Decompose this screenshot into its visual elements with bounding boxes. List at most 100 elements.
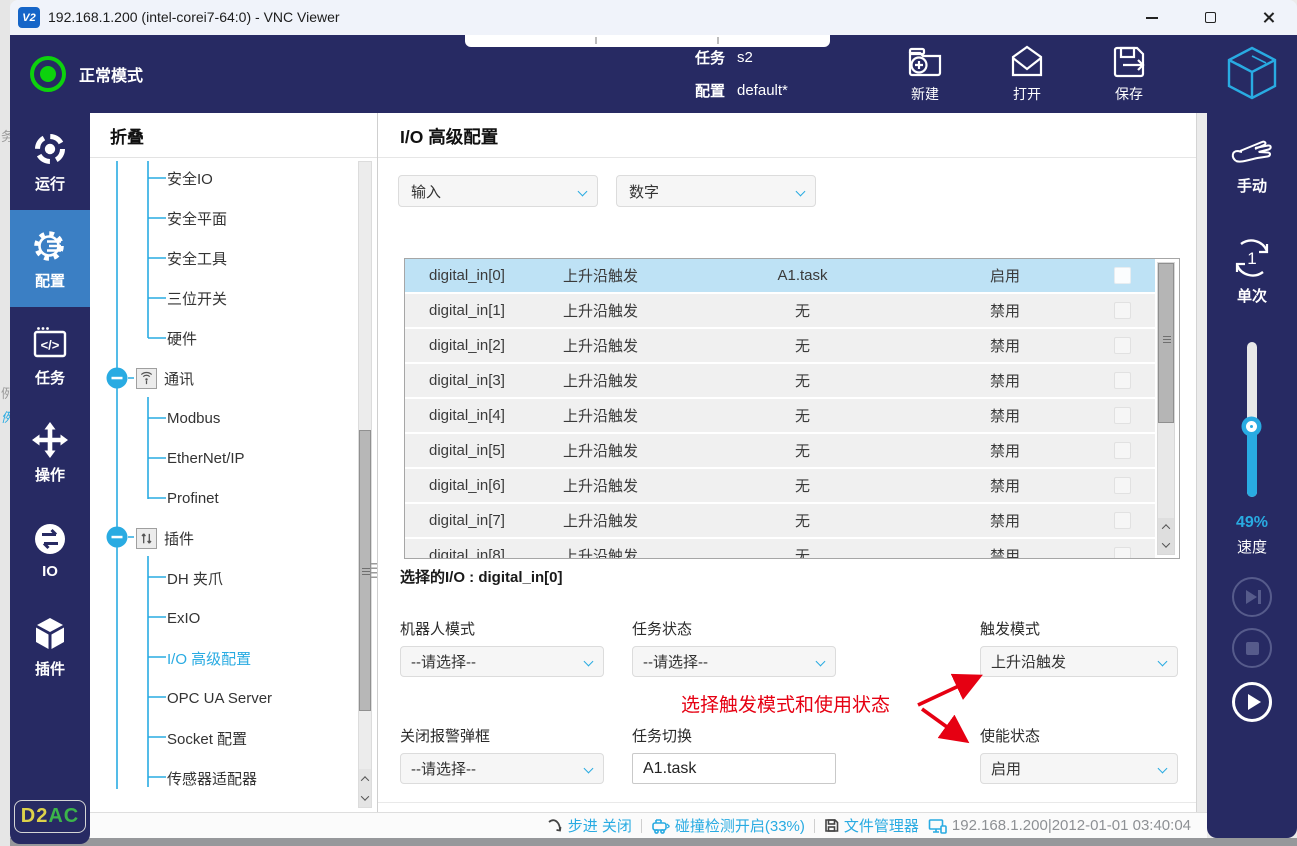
right-sidebar: 手动 1 单次 49% 速度 <box>1207 113 1297 838</box>
header-meta: 任务 s2 配置 default* <box>695 45 788 111</box>
play-button[interactable] <box>1232 682 1272 722</box>
tree-item[interactable]: 安全IO <box>167 166 213 190</box>
cell-trigger-action: A1.task <box>777 267 828 284</box>
tree-item-label: DH 夹爪 <box>167 570 223 588</box>
tree-item[interactable]: 三位开关 <box>167 286 227 310</box>
tree-item[interactable]: I/O 高级配置 <box>167 646 251 670</box>
sidebar-item-label: 配置 <box>34 272 65 290</box>
cell-user-name: digital_in[2] <box>429 337 505 354</box>
tree-item[interactable]: 硬件 <box>167 326 197 350</box>
tree-item[interactable]: Modbus <box>167 406 220 430</box>
sidebar-item-plugin[interactable]: 插件 <box>10 598 90 695</box>
sidebar-item-task[interactable]: </> 任务 <box>10 307 90 404</box>
io-table-row[interactable]: digital_in[6] 上升沿触发 无 禁用 <box>405 469 1155 502</box>
tree-item-label: 安全平面 <box>167 210 228 228</box>
io-table-row[interactable]: digital_in[0] 上升沿触发 A1.task 启用 <box>405 259 1155 292</box>
close-alarm-select[interactable]: --请选择-- <box>400 753 604 784</box>
selected-io-label: 选择的I/O : digital_in[0] <box>400 569 563 586</box>
io-state-checkbox[interactable] <box>1114 407 1131 425</box>
new-button[interactable]: 新建 <box>895 43 955 104</box>
scroll-up-button[interactable] <box>359 769 371 788</box>
cell-user-name: digital_in[7] <box>429 512 505 529</box>
cell-io-state <box>1090 372 1155 390</box>
tree-item[interactable]: ExIO <box>167 606 200 630</box>
comm-antenna-icon <box>136 367 157 389</box>
sidebar-item-label: 任务 <box>34 369 65 387</box>
io-direction-select[interactable]: 输入 <box>398 175 598 207</box>
task-state-select[interactable]: --请选择-- <box>632 646 836 677</box>
tree-item[interactable]: 传感器适配器 <box>167 766 257 790</box>
io-state-checkbox[interactable] <box>1114 337 1131 355</box>
tree-item[interactable]: Profinet <box>167 486 219 510</box>
save-button[interactable]: 保存 <box>1099 43 1159 104</box>
tree-scrollbar-thumb[interactable] <box>359 430 371 711</box>
task-switch-input[interactable]: A1.task <box>632 753 836 784</box>
io-type-value: 数字 <box>629 183 660 201</box>
cell-io-state <box>1090 547 1155 558</box>
io-table-row[interactable]: digital_in[7] 上升沿触发 无 禁用 <box>405 504 1155 537</box>
io-state-checkbox[interactable] <box>1114 267 1131 285</box>
tree-item[interactable]: OPC UA Server <box>167 686 272 710</box>
io-state-checkbox[interactable] <box>1114 512 1131 530</box>
tree-scrollbar[interactable] <box>358 161 372 808</box>
toolbar-tab-tick <box>717 37 719 44</box>
minimize-button[interactable] <box>1123 0 1181 35</box>
single-run-button[interactable]: 1 单次 <box>1207 235 1297 306</box>
toolbar-tab-tick <box>595 37 597 44</box>
mode-status-indicator <box>30 56 66 92</box>
trigger-mode-select[interactable]: 上升沿触发 <box>980 646 1178 677</box>
maximize-button[interactable] <box>1181 0 1239 35</box>
io-state-checkbox[interactable] <box>1114 302 1131 320</box>
speed-slider-thumb[interactable] <box>1246 421 1257 432</box>
header-actions: 新建 打开 保存 <box>895 43 1159 104</box>
open-button[interactable]: 打开 <box>997 43 1057 104</box>
sidebar-item-io[interactable]: IO <box>10 501 90 598</box>
io-state-checkbox[interactable] <box>1114 547 1131 558</box>
tree-item[interactable]: 通讯 <box>136 366 194 390</box>
enable-state-select[interactable]: 启用 <box>980 753 1178 784</box>
minimize-icon <box>1146 16 1158 19</box>
tree-item[interactable]: DH 夹爪 <box>167 566 223 590</box>
step-next-button[interactable] <box>1232 577 1272 617</box>
cell-trigger-mode: 上升沿触发 <box>563 408 639 425</box>
cell-trigger-action: 无 <box>794 408 810 425</box>
tree-item[interactable]: 安全工具 <box>167 246 227 270</box>
tree-item[interactable]: 安全平面 <box>167 206 227 230</box>
panel-splitter-handle[interactable] <box>371 563 377 579</box>
file-manager-button[interactable]: 文件管理器 <box>824 815 919 836</box>
sidebar-item-run[interactable]: 运行 <box>10 113 90 210</box>
io-table-row[interactable]: digital_in[1] 上升沿触发 无 禁用 <box>405 294 1155 327</box>
io-table-row[interactable]: digital_in[2] 上升沿触发 无 禁用 <box>405 329 1155 362</box>
manual-mode-button[interactable]: 手动 <box>1207 131 1297 196</box>
stop-button[interactable] <box>1232 628 1272 668</box>
cell-enable-state: 禁用 <box>989 548 1020 559</box>
table-scrollbar[interactable] <box>1157 262 1175 555</box>
io-state-checkbox[interactable] <box>1114 477 1131 495</box>
io-state-checkbox[interactable] <box>1114 372 1131 390</box>
scroll-down-button[interactable] <box>359 788 371 807</box>
scroll-down-button[interactable] <box>1158 536 1174 554</box>
io-table-row[interactable]: digital_in[8] 上升沿触发 无 禁用 <box>405 539 1155 559</box>
table-scrollbar-thumb[interactable] <box>1158 263 1174 423</box>
collision-detect-status[interactable]: 碰撞检测开启(33%) <box>651 815 805 836</box>
tree-item[interactable]: EtherNet/IP <box>167 446 245 470</box>
divider <box>378 802 1196 803</box>
desktop-bottom-strip <box>10 838 1297 846</box>
io-table-row[interactable]: digital_in[4] 上升沿触发 无 禁用 <box>405 399 1155 432</box>
tree-item[interactable]: 插件 <box>136 526 194 550</box>
io-state-checkbox[interactable] <box>1114 442 1131 460</box>
io-table-row[interactable]: digital_in[3] 上升沿触发 无 禁用 <box>405 364 1155 397</box>
titlebar: V2 192.168.1.200 (intel-corei7-64:0) - V… <box>10 0 1297 35</box>
sidebar-item-operate[interactable]: 操作 <box>10 404 90 501</box>
step-mode-status[interactable]: 步进 关闭 <box>547 815 632 836</box>
close-button[interactable] <box>1239 0 1297 35</box>
io-table-body: digital_in[0] 上升沿触发 A1.task 启用 digital_i… <box>405 259 1179 559</box>
robot-mode-select[interactable]: --请选择-- <box>400 646 604 677</box>
io-type-select[interactable]: 数字 <box>616 175 816 207</box>
cell-io-state <box>1090 302 1155 320</box>
io-table-row[interactable]: digital_in[5] 上升沿触发 无 禁用 <box>405 434 1155 467</box>
scroll-up-button[interactable] <box>1158 518 1174 536</box>
tree-item[interactable]: Socket 配置 <box>167 726 247 750</box>
collision-icon <box>652 819 670 834</box>
sidebar-item-config[interactable]: 配置 <box>10 210 90 307</box>
